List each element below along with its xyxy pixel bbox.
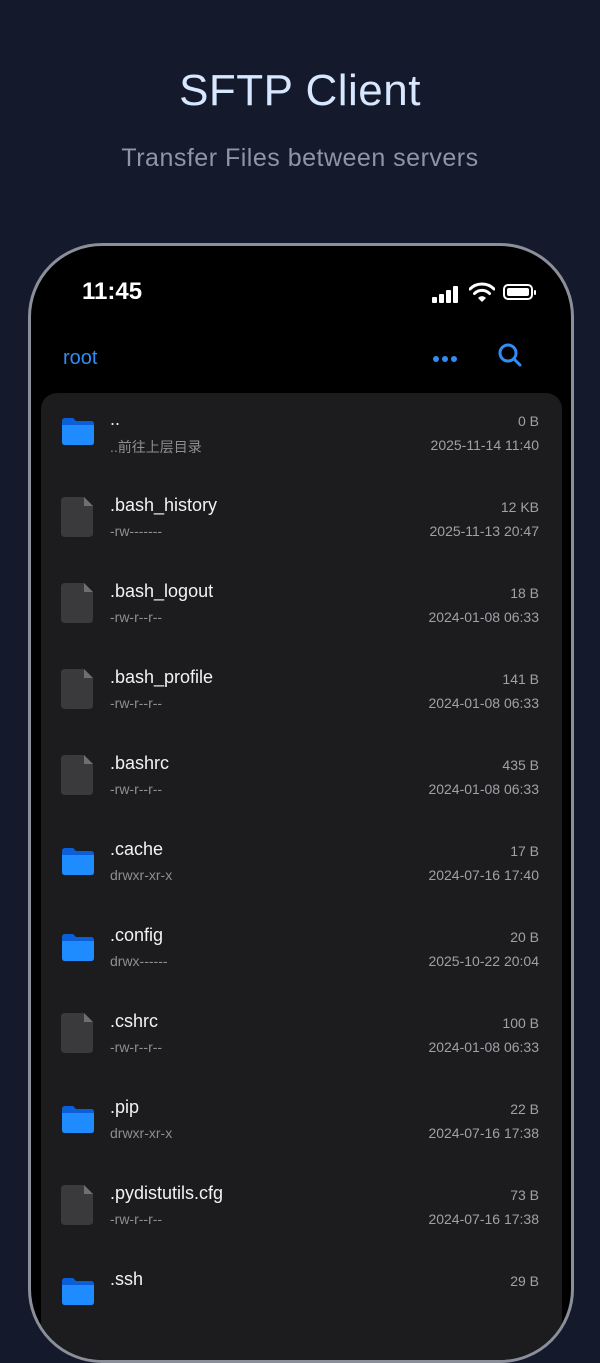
file-row[interactable]: .bash_logout -rw-r--r-- 18 B 2024-01-08 …	[41, 565, 562, 651]
file-name: .bashrc	[110, 753, 170, 773]
file-size: 73 B	[510, 1187, 539, 1203]
file-date: 2024-01-08 06:33	[428, 1039, 539, 1055]
file-date: 2025-11-13 20:47	[429, 523, 540, 539]
file-row[interactable]: .. ..前往上层目录 0 B 2025-11-14 11:40	[41, 393, 562, 479]
folder-icon	[60, 845, 96, 882]
battery-icon	[503, 284, 536, 300]
file-name: .ssh	[110, 1269, 144, 1289]
file-name: .config	[110, 925, 164, 945]
file-date: 2024-07-16 17:40	[428, 867, 539, 883]
file-date: 2024-07-16 17:38	[428, 1211, 539, 1227]
file-icon	[60, 754, 94, 801]
file-date: 2024-07-16 17:38	[428, 1125, 539, 1141]
file-size: 141 B	[502, 671, 539, 687]
file-date: 2025-11-14 11:40	[430, 437, 539, 453]
file-row[interactable]: .bashrc -rw-r--r-- 435 B 2024-01-08 06:3…	[41, 737, 562, 823]
file-permissions: -rw-r--r--	[110, 1039, 163, 1055]
file-date: 2024-01-08 06:33	[428, 695, 539, 711]
file-row[interactable]: .cache drwxr-xr-x 17 B 2024-07-16 17:40	[41, 823, 562, 909]
file-permissions: -rw-r--r--	[110, 1211, 163, 1227]
folder-icon	[60, 1103, 96, 1140]
file-icon	[60, 582, 94, 629]
file-size: 22 B	[510, 1101, 539, 1117]
file-size: 0 B	[517, 413, 539, 429]
file-permissions: drwxr-xr-x	[110, 1125, 173, 1141]
file-date: 2025-10-22 20:04	[428, 953, 539, 969]
phone-frame: 11:45 root .. ..前往上层目录 0 B 2025-11-14 11…	[28, 243, 574, 1363]
file-row[interactable]: .cshrc -rw-r--r-- 100 B 2024-01-08 06:33	[41, 995, 562, 1081]
search-icon[interactable]	[497, 342, 523, 368]
folder-icon	[60, 1275, 96, 1312]
file-row[interactable]: .pydistutils.cfg -rw-r--r-- 73 B 2024-07…	[41, 1167, 562, 1253]
file-row[interactable]: .bash_history -rw------- 12 KB 2025-11-1…	[41, 479, 562, 565]
file-name: ..	[110, 409, 121, 429]
wifi-icon	[469, 282, 495, 302]
file-icon	[60, 668, 94, 715]
file-size: 100 B	[502, 1015, 539, 1031]
status-time: 11:45	[82, 278, 143, 305]
file-name: .pip	[110, 1097, 140, 1117]
file-name: .cache	[110, 839, 164, 859]
hero-title: SFTP Client	[179, 66, 421, 115]
file-row[interactable]: .bash_profile -rw-r--r-- 141 B 2024-01-0…	[41, 651, 562, 737]
file-size: 435 B	[502, 757, 539, 773]
folder-icon	[60, 931, 96, 968]
hero-subtitle: Transfer Files between servers	[121, 144, 479, 172]
nav-title[interactable]: root	[63, 347, 97, 370]
file-row[interactable]: .ssh 29 B	[41, 1253, 562, 1339]
file-row[interactable]: .pip drwxr-xr-x 22 B 2024-07-16 17:38	[41, 1081, 562, 1167]
file-name: .bash_profile	[110, 667, 214, 687]
file-name: .bash_logout	[110, 581, 214, 601]
file-name: .cshrc	[110, 1011, 159, 1031]
file-permissions: -rw-r--r--	[110, 609, 163, 625]
file-permissions: -rw-r--r--	[110, 695, 163, 711]
file-name: .pydistutils.cfg	[110, 1183, 224, 1203]
file-permissions: drwx------	[110, 953, 168, 969]
file-size: 12 KB	[500, 499, 539, 515]
file-name: .bash_history	[110, 495, 218, 515]
file-date: 2024-01-08 06:33	[428, 781, 539, 797]
file-permissions: drwxr-xr-x	[110, 867, 173, 883]
file-list: .. ..前往上层目录 0 B 2025-11-14 11:40 .bash_h…	[41, 393, 562, 1360]
file-size: 20 B	[510, 929, 539, 945]
file-date: 2024-01-08 06:33	[428, 609, 539, 625]
file-row[interactable]: .config drwx------ 20 B 2025-10-22 20:04	[41, 909, 562, 995]
file-size: 18 B	[510, 585, 539, 601]
file-icon	[60, 1012, 94, 1059]
file-size: 29 B	[510, 1273, 539, 1289]
file-size: 17 B	[510, 843, 539, 859]
file-permissions: ..前往上层目录	[110, 439, 202, 455]
file-permissions: -rw-r--r--	[110, 781, 163, 797]
folder-icon	[60, 415, 96, 452]
file-icon	[60, 1184, 94, 1231]
file-icon	[60, 496, 94, 543]
file-permissions: -rw-------	[110, 523, 163, 539]
cellular-signal-icon	[432, 286, 460, 303]
ellipsis-icon[interactable]	[433, 352, 463, 366]
